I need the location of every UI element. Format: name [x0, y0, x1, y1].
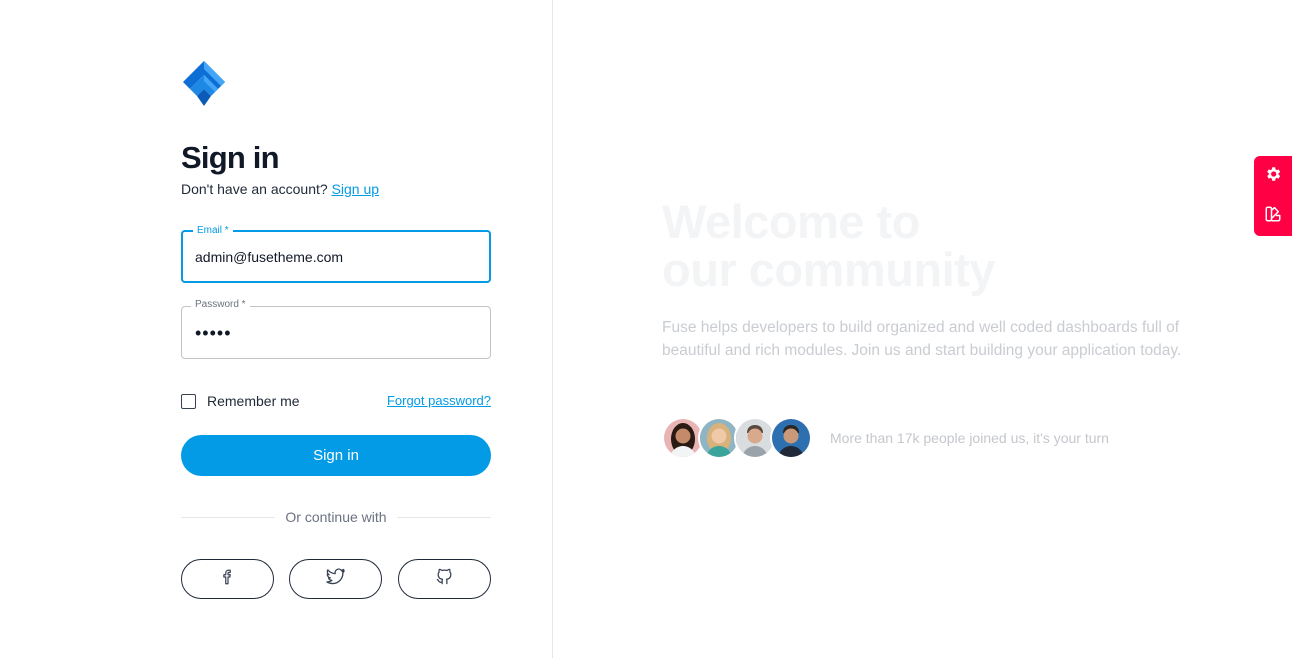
- facebook-icon: [219, 568, 237, 591]
- sign-in-page: Sign in Don't have an account? Sign up E…: [0, 0, 1292, 658]
- forgot-password-link[interactable]: Forgot password?: [387, 393, 491, 408]
- github-icon: [435, 567, 454, 591]
- sign-in-button[interactable]: Sign in: [181, 435, 491, 476]
- joined-text: More than 17k people joined us, it's you…: [830, 430, 1109, 446]
- signup-link[interactable]: Sign up: [332, 181, 379, 197]
- settings-button[interactable]: [1263, 166, 1283, 186]
- avatar-group: [662, 417, 812, 459]
- remember-me-label: Remember me: [207, 393, 300, 409]
- welcome-title-line1: Welcome to: [662, 195, 920, 248]
- page-title: Sign in: [181, 140, 280, 175]
- no-account-text: Don't have an account?: [181, 181, 328, 197]
- remember-me[interactable]: Remember me: [181, 392, 300, 410]
- password-input[interactable]: [182, 307, 490, 358]
- continue-divider: Or continue with: [181, 508, 492, 526]
- divider-line: [181, 516, 276, 518]
- email-field: Email *: [181, 224, 491, 283]
- facebook-button[interactable]: [181, 559, 274, 599]
- gear-icon: [1264, 165, 1282, 188]
- sign-in-panel: Sign in Don't have an account? Sign up E…: [0, 0, 553, 658]
- welcome-panel: Welcome to our community Fuse helps deve…: [554, 0, 1292, 658]
- divider-line: [396, 516, 492, 518]
- twitter-button[interactable]: [289, 559, 382, 599]
- remember-me-checkbox[interactable]: [181, 393, 196, 409]
- email-input[interactable]: [183, 232, 489, 281]
- welcome-description: Fuse helps developers to build organized…: [662, 319, 1182, 359]
- github-button[interactable]: [398, 559, 491, 599]
- fuse-logo-icon: [181, 60, 227, 108]
- password-field: Password *: [181, 298, 491, 359]
- theme-button[interactable]: [1263, 206, 1283, 226]
- floating-settings-panel: [1254, 156, 1292, 236]
- palette-swatch-icon: [1264, 205, 1282, 228]
- divider-text: Or continue with: [285, 509, 387, 525]
- twitter-icon: [325, 567, 346, 591]
- welcome-title-line2: our community: [662, 243, 995, 296]
- avatar: [770, 417, 812, 459]
- welcome-title: Welcome to our community: [662, 198, 995, 294]
- signup-prompt: Don't have an account? Sign up: [181, 180, 379, 198]
